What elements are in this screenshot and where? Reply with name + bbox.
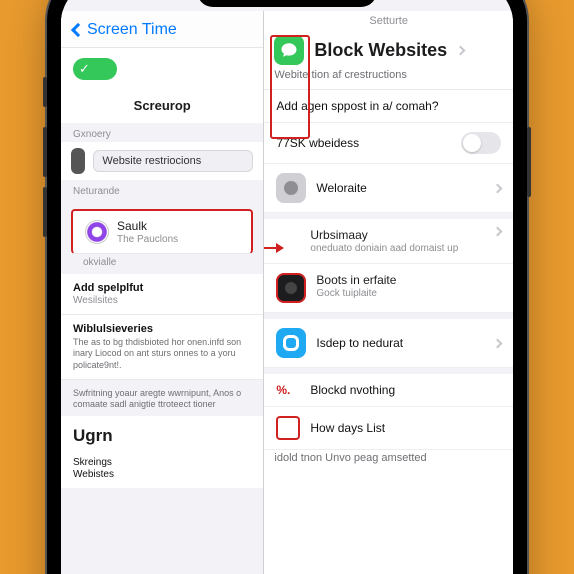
chevron-right-icon [493,227,503,237]
isdep-label: Isdep to nedurat [316,336,484,350]
urbsimaay-sub: oneduato doniain aad domaist up [310,243,484,254]
group-label-top: Gxnoery [61,123,263,142]
phone-side-button [527,127,531,197]
annotation-arrow [264,247,282,249]
toggle-row[interactable]: 77SK wbeidess [264,123,513,164]
block-websites-subtitle: Webite tion af crestructions [264,67,513,90]
howdays-label: How days List [310,421,501,435]
weloraite-label: Weloraite [316,181,484,195]
boots-icon [276,273,306,303]
saulk-sub: The Pauclons [117,234,239,245]
wible-section: Wiblulsieveries The as to bg thdisbioted… [61,315,263,380]
saulk-icon [85,220,109,244]
group-label-bottom: Neturande [61,180,263,199]
chevron-left-icon [71,23,85,37]
avatar [71,148,85,174]
ugrn-heading: Ugrn [61,416,263,448]
isdep-icon [276,328,306,358]
phone-frame: Screen Time Screurop Gxnoery Neturande S… [47,0,527,574]
wible-title: Wiblulsieveries [73,323,251,335]
howdays-icon [276,416,300,440]
wible-body: The as to bg thdisbioted hor onen.infd s… [73,337,251,371]
howdays-row[interactable]: How days List [264,407,513,450]
add-specific-sub: Wesilsites [73,295,251,306]
phone-side-button [43,127,47,177]
phone-side-button [43,77,47,107]
messages-icon [274,35,304,65]
saulk-title: Saulk [117,219,239,233]
phone-notch [197,0,377,7]
weloraite-icon [276,173,306,203]
chevron-right-icon [456,45,466,55]
toggle-switch[interactable] [461,132,501,154]
block-websites-header[interactable]: Block Websites [264,29,513,67]
add-comah-label: Add agen sppost in a/ comah? [276,99,501,113]
segment-label: Screurop [61,90,263,123]
blockd-icon: %. [276,383,300,397]
saulk-sub2: okvialle [61,255,263,274]
bottom-links: Skreings Webistes [61,448,263,488]
phone-side-button [43,187,47,237]
back-nav[interactable]: Screen Time [61,11,263,48]
add-comah-row[interactable]: Add agen sppost in a/ comah? [264,90,513,123]
chevron-right-icon [493,183,503,193]
enabled-pill[interactable] [73,58,117,80]
back-label: Screen Time [87,21,177,39]
idold-text: idold tnon Unvo peag amsetted [264,450,513,472]
restrictions-field[interactable] [93,150,253,172]
boots-title: Boots in erfaite [316,273,501,287]
blockd-label: Blockd nvothing [310,383,501,397]
add-specific-title: Add spelplfut [73,282,251,294]
screen: Screen Time Screurop Gxnoery Neturande S… [61,0,513,574]
bottom-link-1[interactable]: Skreings [73,457,251,468]
swfints-text: Swfritning yoaur aregte wwrnipunt, Anos … [61,382,263,417]
profile-row[interactable] [61,142,263,180]
boots-row[interactable]: Boots in erfaite Gock tuiplaite [264,264,513,313]
isdep-row[interactable]: Isdep to nedurat [264,319,513,368]
toggle-label: 77SK wbeidess [276,136,451,150]
saulk-row[interactable]: Saulk The Pauclons [71,209,253,254]
add-specific-row[interactable]: Add spelplfut Wesilsites [61,274,263,315]
block-websites-title: Block Websites [314,40,447,61]
right-pane: Setturte Block Websites Webite tion af c… [264,11,513,574]
right-top-label: Setturte [264,11,513,29]
urbsimaay-title: Urbsimaay [310,228,484,242]
status-pill-row [61,48,263,90]
urbsimaay-row[interactable]: Urbsimaay oneduato doniain aad domaist u… [264,219,513,264]
blockd-row[interactable]: %. Blockd nvothing [264,374,513,407]
chevron-right-icon [493,338,503,348]
weloraite-row[interactable]: Weloraite [264,164,513,213]
left-pane: Screen Time Screurop Gxnoery Neturande S… [61,11,264,574]
boots-sub: Gock tuiplaite [316,288,501,299]
bottom-link-2[interactable]: Webistes [73,469,251,480]
